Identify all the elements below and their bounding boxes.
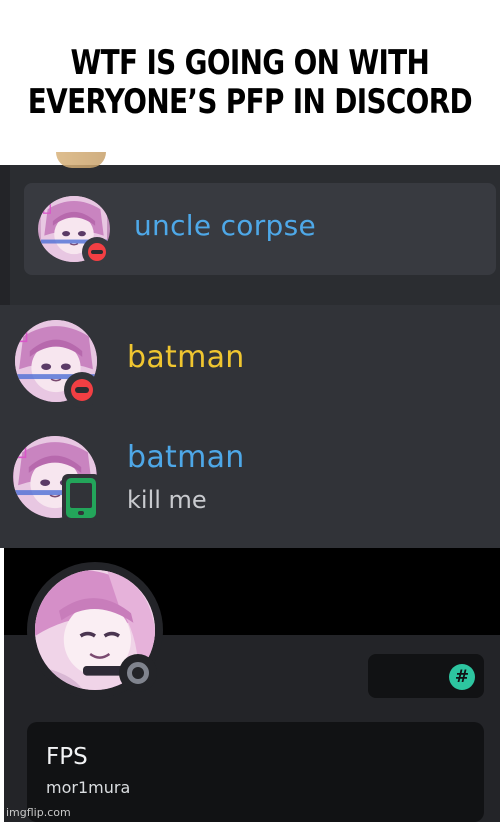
message-author-1[interactable]: batman xyxy=(127,340,245,375)
hashtag-icon[interactable]: # xyxy=(449,664,475,690)
message-author-2[interactable]: batman xyxy=(127,440,245,475)
panel-edge xyxy=(0,165,10,305)
message-text: kill me xyxy=(127,486,207,514)
mobile-status-icon xyxy=(62,474,100,522)
profile-display-name: FPS xyxy=(46,744,88,770)
caption-line-1: WTF IS GOING ON WITH xyxy=(70,43,430,84)
caption-text: WTF IS GOING ON WITH EVERYONE’S PFP IN D… xyxy=(27,43,473,122)
dnd-status-icon xyxy=(82,237,112,267)
meme-caption: WTF IS GOING ON WITH EVERYONE’S PFP IN D… xyxy=(0,0,500,165)
caption-line-2: EVERYONE’S PFP IN DISCORD xyxy=(27,81,473,122)
dnd-status-icon xyxy=(64,372,100,408)
offline-status-icon xyxy=(119,654,157,692)
profile-info-card xyxy=(27,722,484,822)
profile-handle: mor1mura xyxy=(46,778,131,797)
member-name[interactable]: uncle corpse xyxy=(134,209,316,242)
imgflip-watermark: imgflip.com xyxy=(6,806,71,819)
